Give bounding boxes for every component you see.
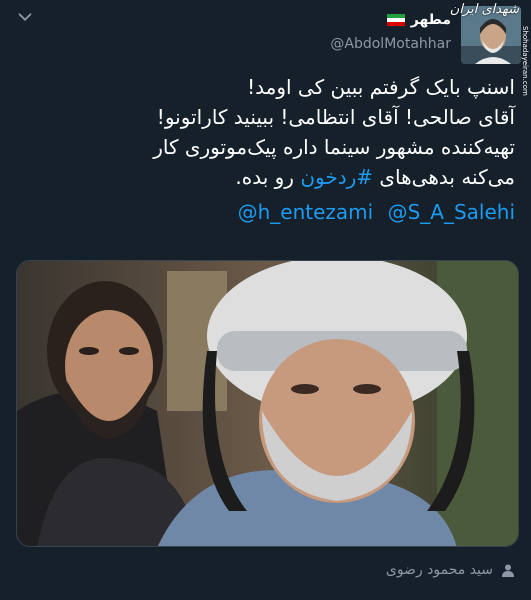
mentions-row: @h_entezami @S_A_Salehi (230, 200, 515, 224)
tweet-photo[interactable] (16, 260, 519, 547)
author-handle[interactable]: @AbdolMotahhar (330, 36, 451, 52)
attribution-name: سید محمود رضوی (385, 562, 493, 578)
user-icon (502, 564, 514, 577)
mention-link[interactable]: @S_A_Salehi (388, 200, 515, 224)
tweet-line-part: می‌کنه بدهی‌های (379, 165, 515, 189)
attribution-footer: سید محمود رضوی (386, 562, 515, 578)
watermark-url: Shohadayeiran.com (521, 26, 529, 96)
hashtag-link[interactable]: #ردخون (300, 165, 373, 189)
tweet-header: مطهر @AbdolMotahhar شهدای ایران Shohaday… (0, 0, 531, 96)
tweet-line-hashtag: می‌کنه بدهی‌های #ردخون رو بده. (15, 162, 515, 192)
tweet-line-part: رو بده. (235, 165, 294, 189)
tweet-line: تهیه‌کننده مشهور سینما داره پیک‌موتوری ک… (153, 135, 515, 159)
tweet-line: اسنپ بایک گرفتم ببین کی اومد! (247, 75, 515, 99)
chevron-down-icon[interactable] (14, 6, 36, 28)
selfie-photo-icon (17, 261, 518, 546)
author-display-name[interactable]: مطهر (411, 12, 451, 28)
tweet-line: آقای صالحی! آقای انتظامی! ببینید کاراتون… (156, 105, 515, 129)
tweet-body: اسنپ بایک گرفتم ببین کی اومد! آقای صالحی… (15, 72, 515, 192)
iran-flag-icon (386, 13, 405, 27)
author-name-row[interactable]: مطهر (386, 12, 451, 28)
mention-link[interactable]: @h_entezami (238, 200, 374, 224)
watermark-logo: شهدای ایران (449, 2, 519, 17)
